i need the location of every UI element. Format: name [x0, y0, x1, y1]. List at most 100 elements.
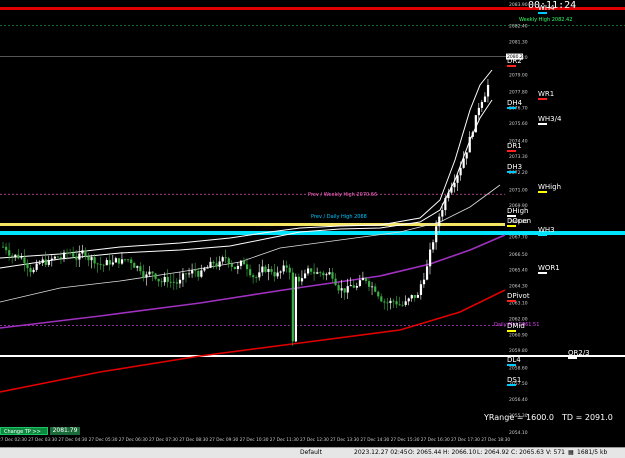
candle-body [349, 285, 352, 287]
candle-body [63, 252, 66, 259]
candle-body [480, 102, 484, 108]
candle-body [8, 250, 11, 256]
time-tick-label: 27 Dec 02:30 [0, 437, 27, 443]
status-volume: V: 571 [546, 449, 565, 456]
change-tp-value[interactable]: 2081.79 [50, 427, 80, 435]
candle-body [59, 257, 63, 259]
candle-body [334, 278, 337, 286]
status-open: O: 2065.44 [408, 449, 442, 456]
candle-body [191, 270, 194, 274]
level-label-wh3: WH3 [538, 226, 555, 236]
price-tick-label: 2081.30 [509, 39, 528, 45]
candle-body [87, 256, 90, 261]
price-tick-label: 2056.40 [509, 397, 528, 403]
candle-body [111, 262, 114, 265]
candle-body [69, 252, 72, 254]
time-tick-label: 27 Dec 06:30 [119, 437, 148, 443]
candle-body [17, 254, 20, 259]
candle-body [486, 84, 490, 97]
candle-body [178, 279, 182, 284]
yrange-readout: YRange = 1600.0 TD = 2091.0 [484, 413, 613, 422]
candle-body [26, 263, 29, 269]
level-text: DH4 [507, 99, 523, 107]
candle-body [316, 272, 319, 274]
level-text: DL4 [507, 356, 521, 364]
candle-body [236, 265, 240, 270]
candle-body [358, 280, 362, 286]
level-label-dhigh: DHigh [507, 207, 528, 217]
candle-body [35, 263, 38, 270]
candle-body [364, 277, 368, 282]
change-tp-button[interactable]: Change TP >> [0, 427, 48, 435]
level-label-dpivot: DPivot [507, 292, 530, 302]
yrange-text: YRange = 1600.0 [484, 413, 555, 422]
chart-canvas[interactable]: 2083.902082.402081.302080.202079.002077.… [0, 0, 625, 447]
candle-body [328, 272, 331, 275]
price-tick-label: 2058.60 [509, 365, 528, 371]
candle-body [221, 257, 224, 262]
candle-body [300, 278, 304, 282]
level-marker [507, 384, 516, 386]
candle-body [459, 167, 462, 176]
candle-body [188, 273, 191, 275]
candle-body [203, 268, 206, 271]
candle-body [444, 198, 447, 211]
candle-body [401, 304, 404, 306]
candle-body [114, 258, 118, 263]
candle-body [303, 273, 307, 279]
candle-body [105, 260, 108, 266]
candle-body [93, 257, 96, 264]
candle-body [66, 252, 69, 254]
candle-body [419, 284, 423, 295]
status-traffic: 1681/5 kb [577, 449, 608, 456]
candle-body [267, 269, 270, 272]
candle-body [264, 266, 267, 272]
level-marker [538, 12, 547, 14]
level-marker [507, 225, 516, 227]
candle-body [230, 263, 233, 267]
ma-red [0, 289, 506, 393]
weekly-high-label: Weekly High 2082.42 [519, 17, 573, 23]
level-label-qr23: QR2/3 [568, 349, 590, 359]
level-marker [538, 191, 547, 193]
candle-body [215, 263, 218, 267]
price-chart[interactable]: 2083.902082.402081.302080.202079.002077.… [0, 0, 625, 447]
candle-body [371, 286, 374, 288]
candle-body [169, 281, 172, 283]
candle-body [438, 216, 441, 227]
level-label-dh3: DH3 [507, 163, 522, 173]
status-close: C: 2065.63 [511, 449, 544, 456]
candle-body [90, 257, 93, 261]
status-profile[interactable]: Default [300, 449, 322, 456]
candle-body [124, 259, 127, 261]
qr23-line [0, 355, 625, 357]
candle-body [23, 257, 26, 264]
ma-purple [0, 234, 506, 329]
td-text: TD = 2091.0 [562, 413, 613, 422]
level-label-ds1: DS1 [507, 376, 522, 386]
level-text: DS1 [507, 376, 522, 384]
candle-body [81, 250, 84, 254]
candle-body [130, 259, 133, 264]
level-label-wh4: WH4 [538, 4, 555, 14]
status-bar: Default 2023.12.27 02:45 O: 2065.44 H: 2… [0, 447, 625, 458]
level-label-dr1: DR1 [507, 142, 522, 152]
price-tick-label: 2060.90 [509, 332, 528, 338]
candle-body [313, 271, 316, 274]
prev-weekly-high-label: Prev / Weekly High 2070.66 [308, 192, 378, 198]
price-tick-label: 2064.30 [509, 284, 528, 290]
price-tick-label: 2073.30 [509, 154, 528, 160]
level-marker [507, 300, 516, 302]
candle-body [398, 304, 401, 306]
price-tick-label: 2059.80 [509, 348, 528, 354]
time-tick-label: 27 Dec 13:30 [330, 437, 359, 443]
candle-body [343, 288, 346, 293]
candle-body [157, 278, 160, 282]
candle-body [258, 272, 261, 278]
candle-body [404, 301, 407, 305]
candle-body [56, 256, 60, 258]
level-text: DOpen [507, 217, 532, 225]
price-tick-label: 2079.00 [509, 72, 528, 78]
candle-body [432, 242, 435, 250]
candle-body [416, 294, 419, 298]
